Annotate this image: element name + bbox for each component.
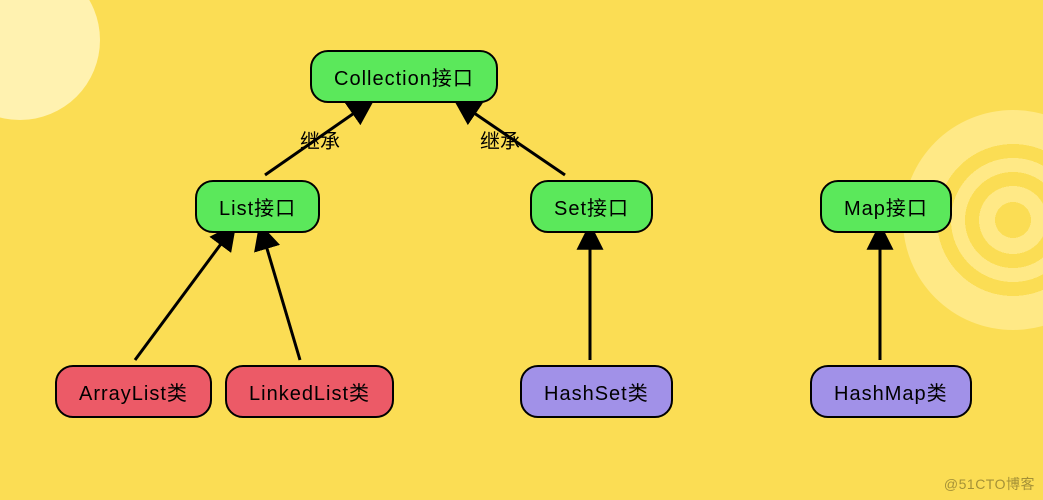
node-set-interface: Set接口 [530,180,653,233]
node-linkedlist-class: LinkedList类 [225,365,394,418]
node-arraylist-class: ArrayList类 [55,365,212,418]
edges-layer [0,0,1043,500]
edge-label-list-collection: 继承 [300,125,340,154]
watermark-text: @51CTO博客 [944,474,1035,494]
node-map-interface: Map接口 [820,180,952,233]
diagram-canvas: Collection接口 List接口 Set接口 Map接口 ArrayLis… [0,0,1043,500]
edge-label-set-collection: 继承 [480,125,520,154]
node-hashmap-class: HashMap类 [810,365,972,418]
node-collection-interface: Collection接口 [310,50,498,103]
node-hashset-class: HashSet类 [520,365,673,418]
node-list-interface: List接口 [195,180,320,233]
decoration-circle-left [0,0,100,120]
